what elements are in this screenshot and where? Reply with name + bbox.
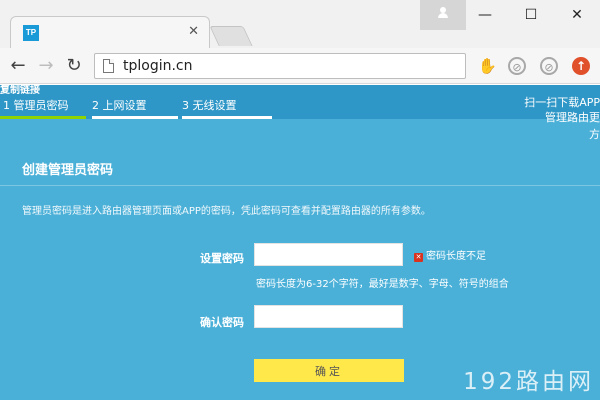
user-icon [437, 7, 449, 19]
error-icon: ✕ [414, 253, 423, 262]
app-download-promo[interactable]: 扫一扫下载APP 管理路由更 [524, 95, 600, 125]
browser-tab[interactable]: TP ✕ [10, 16, 210, 48]
site-watermark: 192路由网 [463, 369, 594, 395]
password-hint: 密码长度为6-32个字符，最好是数字、字母、符号的组合 [256, 279, 509, 290]
password-label: 设置密码 [200, 252, 244, 265]
form-description: 管理员密码是进入路由器管理页面或APP的密码，凭此密码可查看并配置路由器的所有参… [22, 206, 431, 217]
page-icon [103, 59, 114, 73]
promo-line-2: 管理路由更 [545, 111, 600, 124]
arrow-up-icon[interactable]: ↑ [572, 57, 590, 75]
step-wireless-settings: 3 无线设置 [182, 99, 237, 112]
error-text: 密码长度不足 [426, 251, 486, 262]
step-indicator [182, 116, 272, 119]
confirm-password-label: 确认密码 [200, 316, 244, 329]
promo-line-3-wrap: 方 [589, 127, 600, 142]
browser-titlebar: TP ✕ — ☐ ✕ [0, 0, 600, 48]
user-profile-button[interactable] [420, 0, 466, 30]
puzzle-icon[interactable]: ✋ [478, 57, 497, 75]
title-divider [0, 185, 600, 186]
confirm-button[interactable]: 确定 [254, 359, 404, 382]
block-icon[interactable]: ⊘ [508, 57, 526, 75]
promo-line-3: 方 [589, 128, 600, 141]
reload-icon[interactable]: ↻ [62, 54, 86, 78]
address-bar[interactable]: tplogin.cn [94, 53, 466, 79]
minimize-button[interactable]: — [462, 0, 508, 30]
step-indicator-active [0, 116, 86, 119]
tp-favicon-icon: TP [23, 25, 39, 41]
confirm-password-input[interactable] [254, 305, 403, 328]
password-input[interactable] [254, 243, 403, 266]
forward-icon[interactable]: → [34, 54, 58, 78]
back-icon[interactable]: ← [6, 54, 30, 78]
step-internet-settings: 2 上网设置 [92, 99, 147, 112]
tab-close-icon[interactable]: ✕ [188, 24, 199, 40]
browser-toolbar: ← → ↻ tplogin.cn ✋ ⊘ ⊘ ↑ [0, 48, 600, 84]
password-error: ✕ 密码长度不足 [414, 247, 486, 262]
step-indicator [92, 116, 178, 119]
router-setup-page: 复制链接 1 管理员密码 2 上网设置 3 无线设置 扫一扫下载APP 管理路由… [0, 85, 600, 400]
setup-stepbar: 复制链接 1 管理员密码 2 上网设置 3 无线设置 扫一扫下载APP 管理路由… [0, 85, 600, 124]
step-admin-password: 1 管理员密码 [3, 99, 69, 112]
maximize-button[interactable]: ☐ [508, 0, 554, 30]
block-icon[interactable]: ⊘ [540, 57, 558, 75]
form-title: 创建管理员密码 [22, 163, 114, 178]
promo-line-1: 扫一扫下载APP [524, 96, 600, 109]
url-text[interactable]: tplogin.cn [123, 57, 193, 75]
stepbar-cut-text: 复制链接 [0, 85, 40, 96]
close-window-button[interactable]: ✕ [554, 0, 600, 30]
new-tab-button[interactable] [209, 26, 253, 46]
